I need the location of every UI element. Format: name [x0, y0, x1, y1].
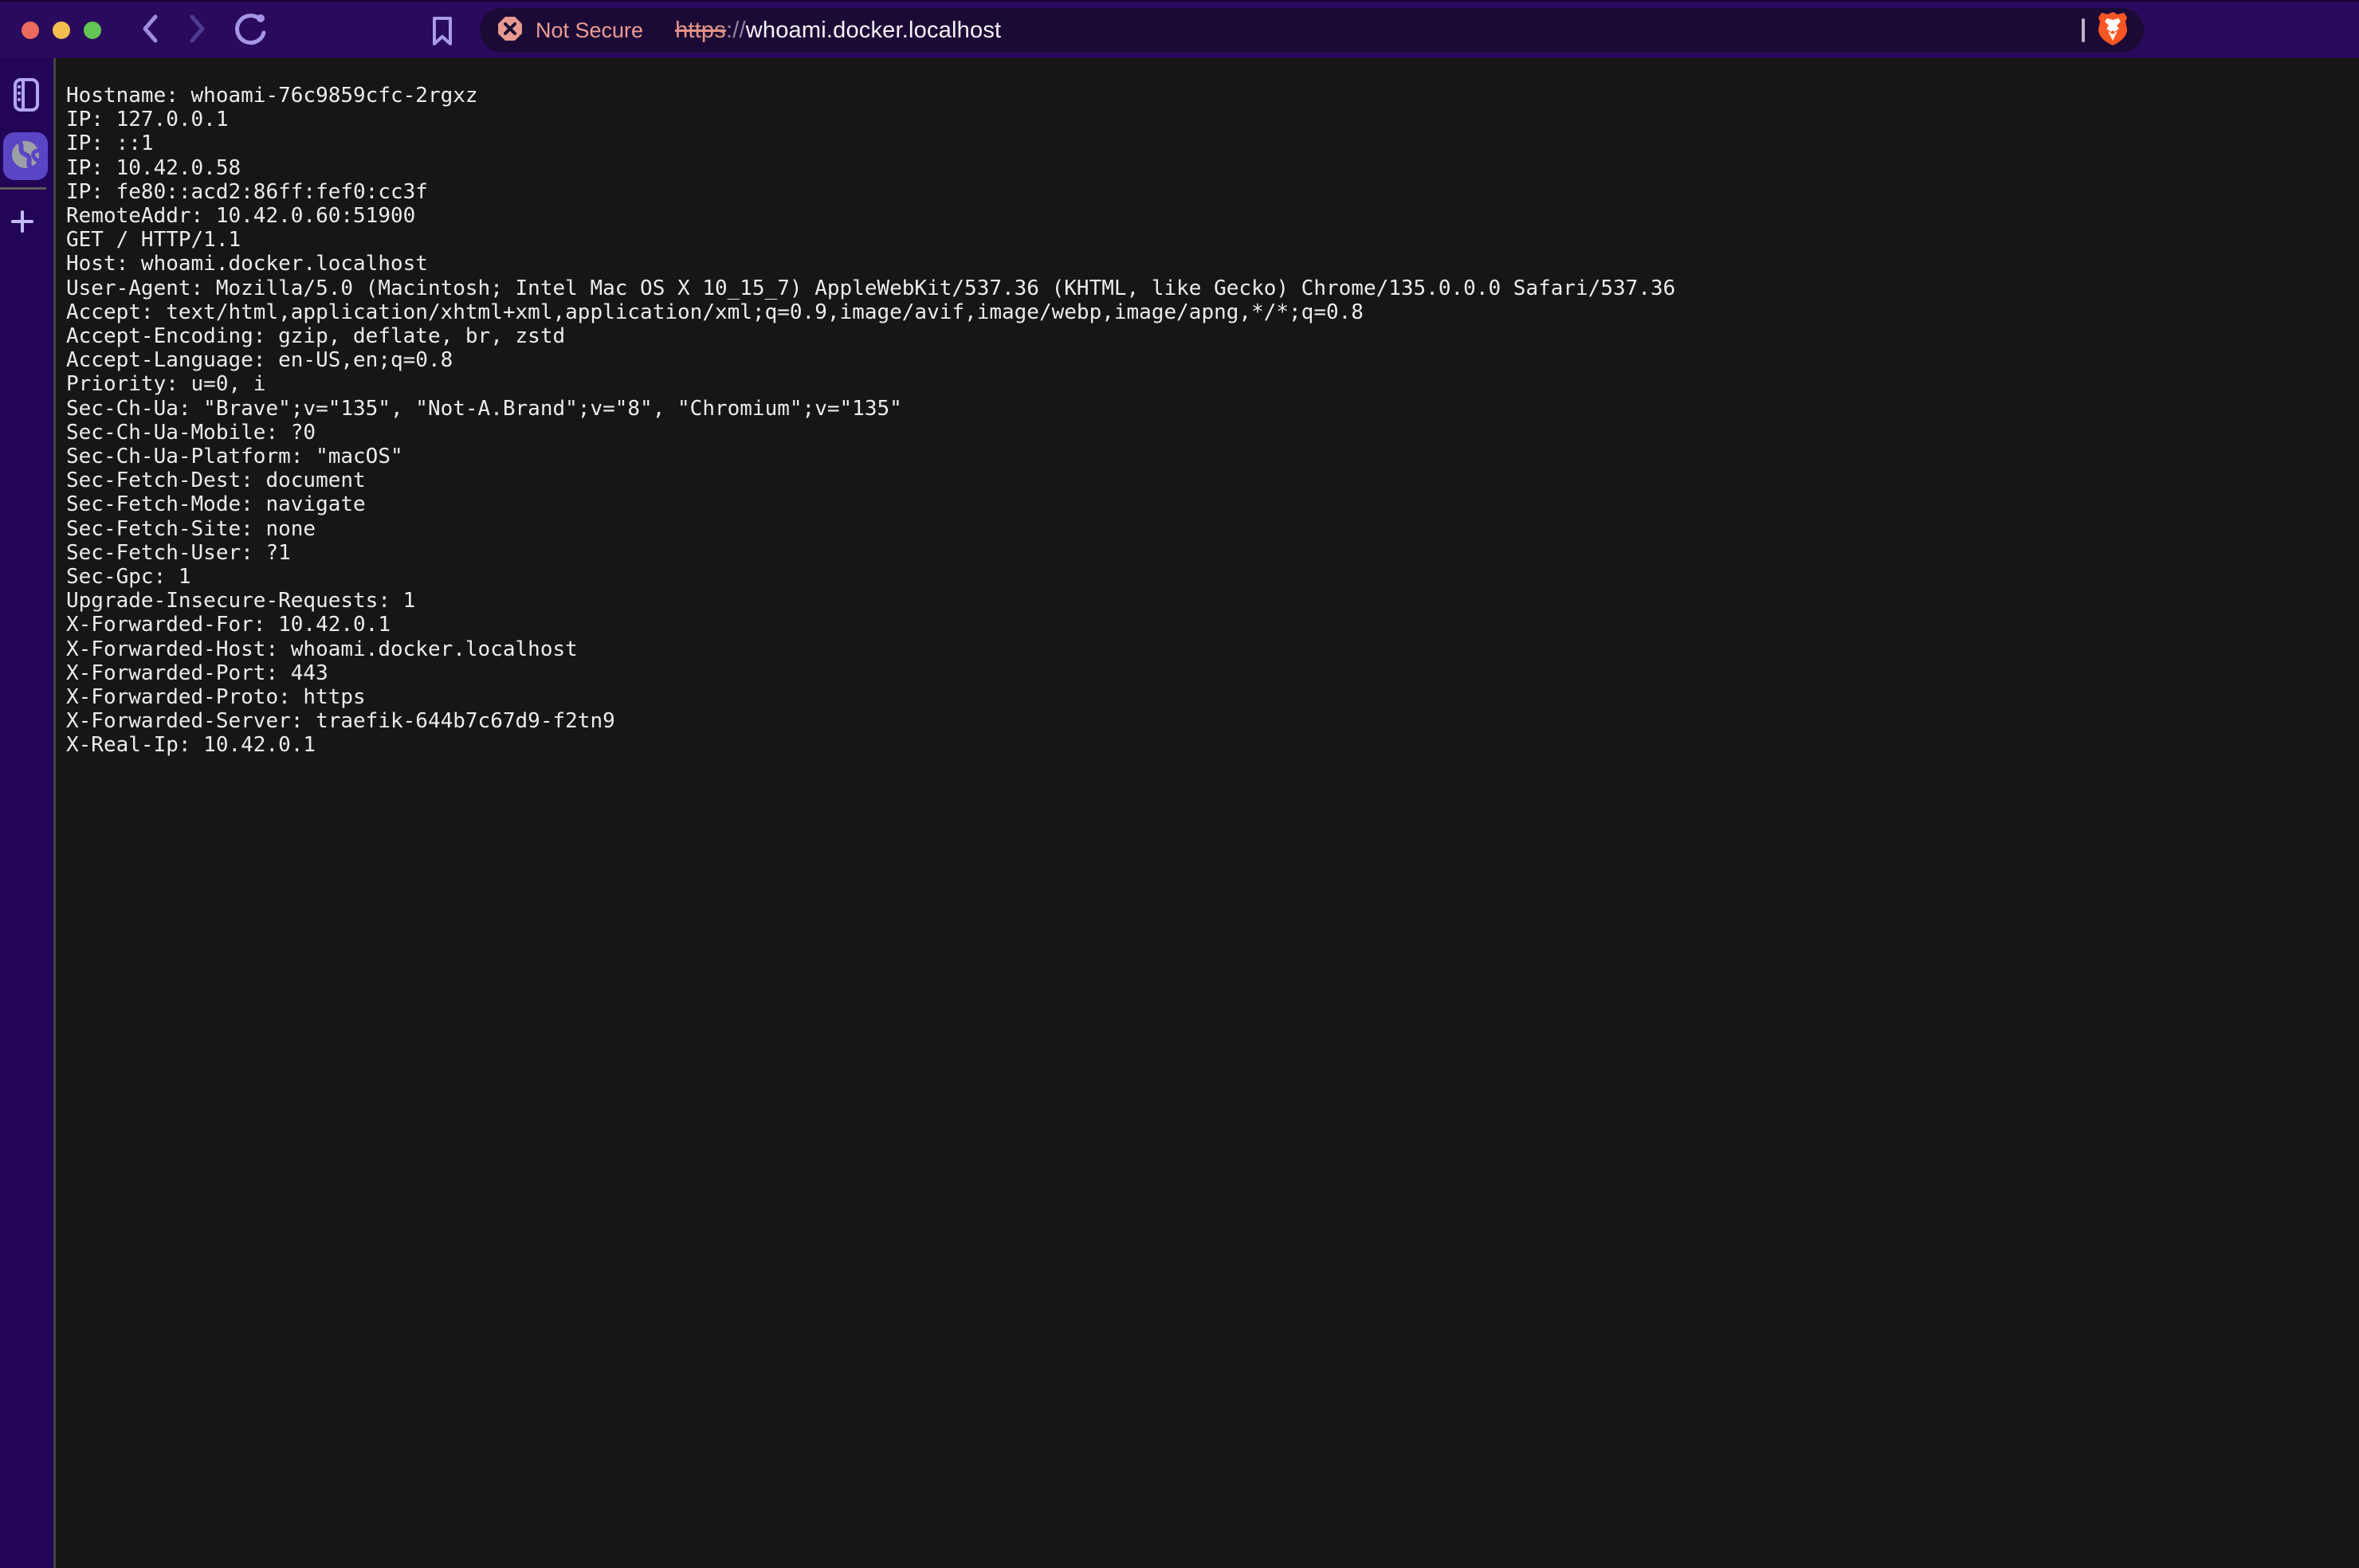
close-window-button[interactable] — [22, 22, 39, 39]
bookmark-icon — [430, 37, 454, 50]
nav-controls — [137, 2, 271, 60]
bookmark-button[interactable] — [430, 15, 454, 47]
whoami-response-body: Hostname: whoami-76c9859cfc-2rgxz IP: 12… — [56, 58, 2359, 758]
reload-button[interactable] — [230, 15, 271, 47]
toggle-sidebar-button[interactable] — [14, 78, 39, 110]
new-tab-button[interactable] — [11, 210, 33, 233]
window-controls — [22, 22, 101, 39]
url-separator: :// — [726, 18, 746, 43]
zoom-window-button[interactable] — [84, 22, 101, 39]
address-bar[interactable]: Not Secure https://whoami.docker.localho… — [480, 8, 2144, 53]
globe-icon — [10, 139, 41, 174]
brave-shield-icon — [2096, 37, 2129, 50]
active-tab-whoami[interactable] — [3, 132, 48, 180]
minimize-window-button[interactable] — [53, 22, 70, 39]
url-scheme: https — [675, 18, 726, 43]
address-bar-divider — [2082, 18, 2085, 42]
forward-button[interactable] — [183, 15, 210, 47]
security-status-label[interactable]: Not Secure — [536, 18, 643, 43]
back-icon — [139, 13, 163, 49]
back-button[interactable] — [137, 15, 164, 47]
plus-icon — [11, 222, 33, 236]
forward-icon — [185, 13, 209, 49]
address-bar-right — [2082, 10, 2129, 51]
url-host: whoami.docker.localhost — [746, 18, 1002, 43]
sidebar-divider — [0, 187, 46, 190]
vertical-tab-sidebar — [0, 58, 53, 1568]
brave-shield-button[interactable] — [2096, 10, 2129, 51]
browser-toolbar: Not Secure https://whoami.docker.localho… — [0, 0, 2359, 58]
not-secure-icon[interactable] — [497, 16, 523, 45]
reload-icon — [230, 9, 270, 53]
web-page-viewport: Hostname: whoami-76c9859cfc-2rgxz IP: 12… — [53, 58, 2359, 1568]
url-text[interactable]: https://whoami.docker.localhost — [675, 18, 1001, 44]
sidebar-panel-icon — [14, 101, 39, 115]
